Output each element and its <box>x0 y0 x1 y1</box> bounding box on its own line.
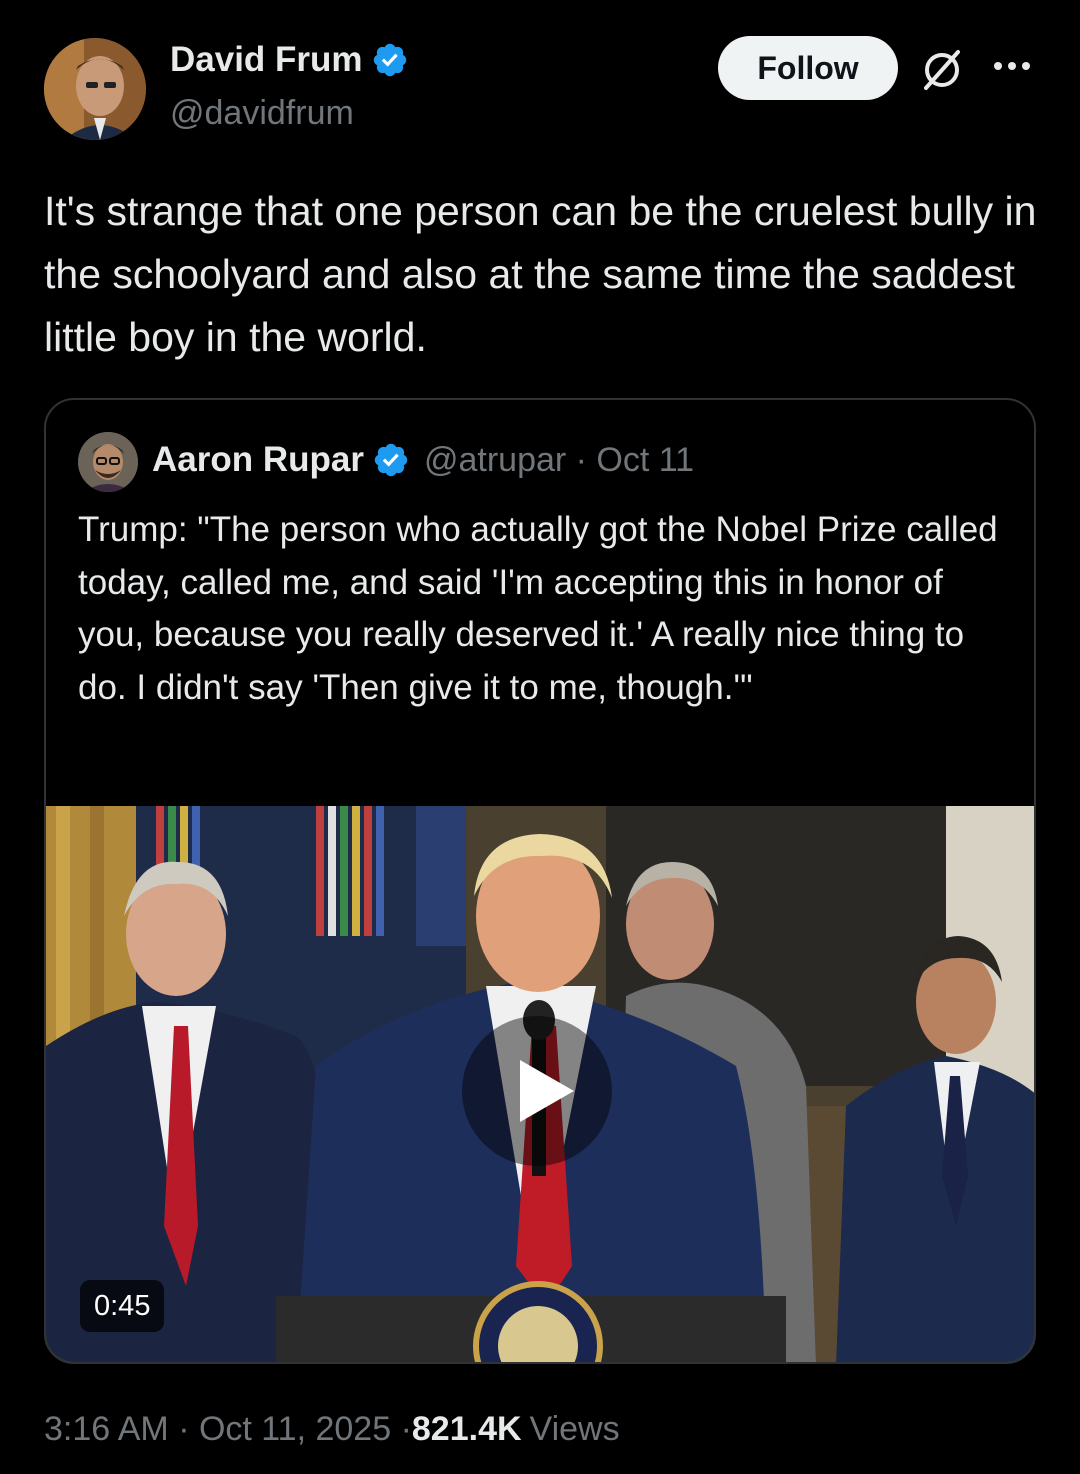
tweet-meta: 3:16 AM · Oct 11, 2025 · 821.4K Views <box>44 1410 620 1449</box>
play-button[interactable] <box>462 1016 612 1166</box>
verified-badge-icon <box>374 443 408 477</box>
verified-badge-icon <box>373 43 406 77</box>
follow-button[interactable]: Follow <box>718 36 898 100</box>
tweet-page: David Frum @davidfrum Follow It's strang… <box>0 0 1080 1474</box>
quoted-author-avatar[interactable] <box>78 432 138 492</box>
views-label: Views <box>529 1410 620 1448</box>
quoted-author-name[interactable]: Aaron Rupar <box>152 440 364 480</box>
more-options-icon[interactable] <box>988 46 1036 86</box>
grok-icon[interactable] <box>918 46 966 94</box>
author-avatar[interactable] <box>44 38 146 140</box>
video-duration: 0:45 <box>80 1280 165 1332</box>
tweet-text: It's strange that one person can be the … <box>44 188 1037 360</box>
quoted-tweet-text: Trump: "The person who actually got the … <box>78 510 998 707</box>
video-player[interactable]: 0:45 <box>46 806 1034 1362</box>
author-name[interactable]: David Frum <box>170 40 409 80</box>
play-icon <box>520 1060 574 1122</box>
views-count: 821.4K <box>411 1410 522 1448</box>
quoted-handle-date: @atrupar · Oct 11 <box>423 440 695 479</box>
author-name-text[interactable]: David Frum <box>170 40 363 80</box>
author-handle[interactable]: @davidfrum <box>170 94 354 133</box>
tweet-timestamp[interactable]: 3:16 AM · Oct 11, 2025 · <box>44 1410 412 1449</box>
quoted-header: Aaron Rupar @atrupar · Oct 11 <box>152 440 694 480</box>
quoted-tweet-card[interactable]: Aaron Rupar @atrupar · Oct 11 Trump: "Th… <box>44 398 1036 1364</box>
